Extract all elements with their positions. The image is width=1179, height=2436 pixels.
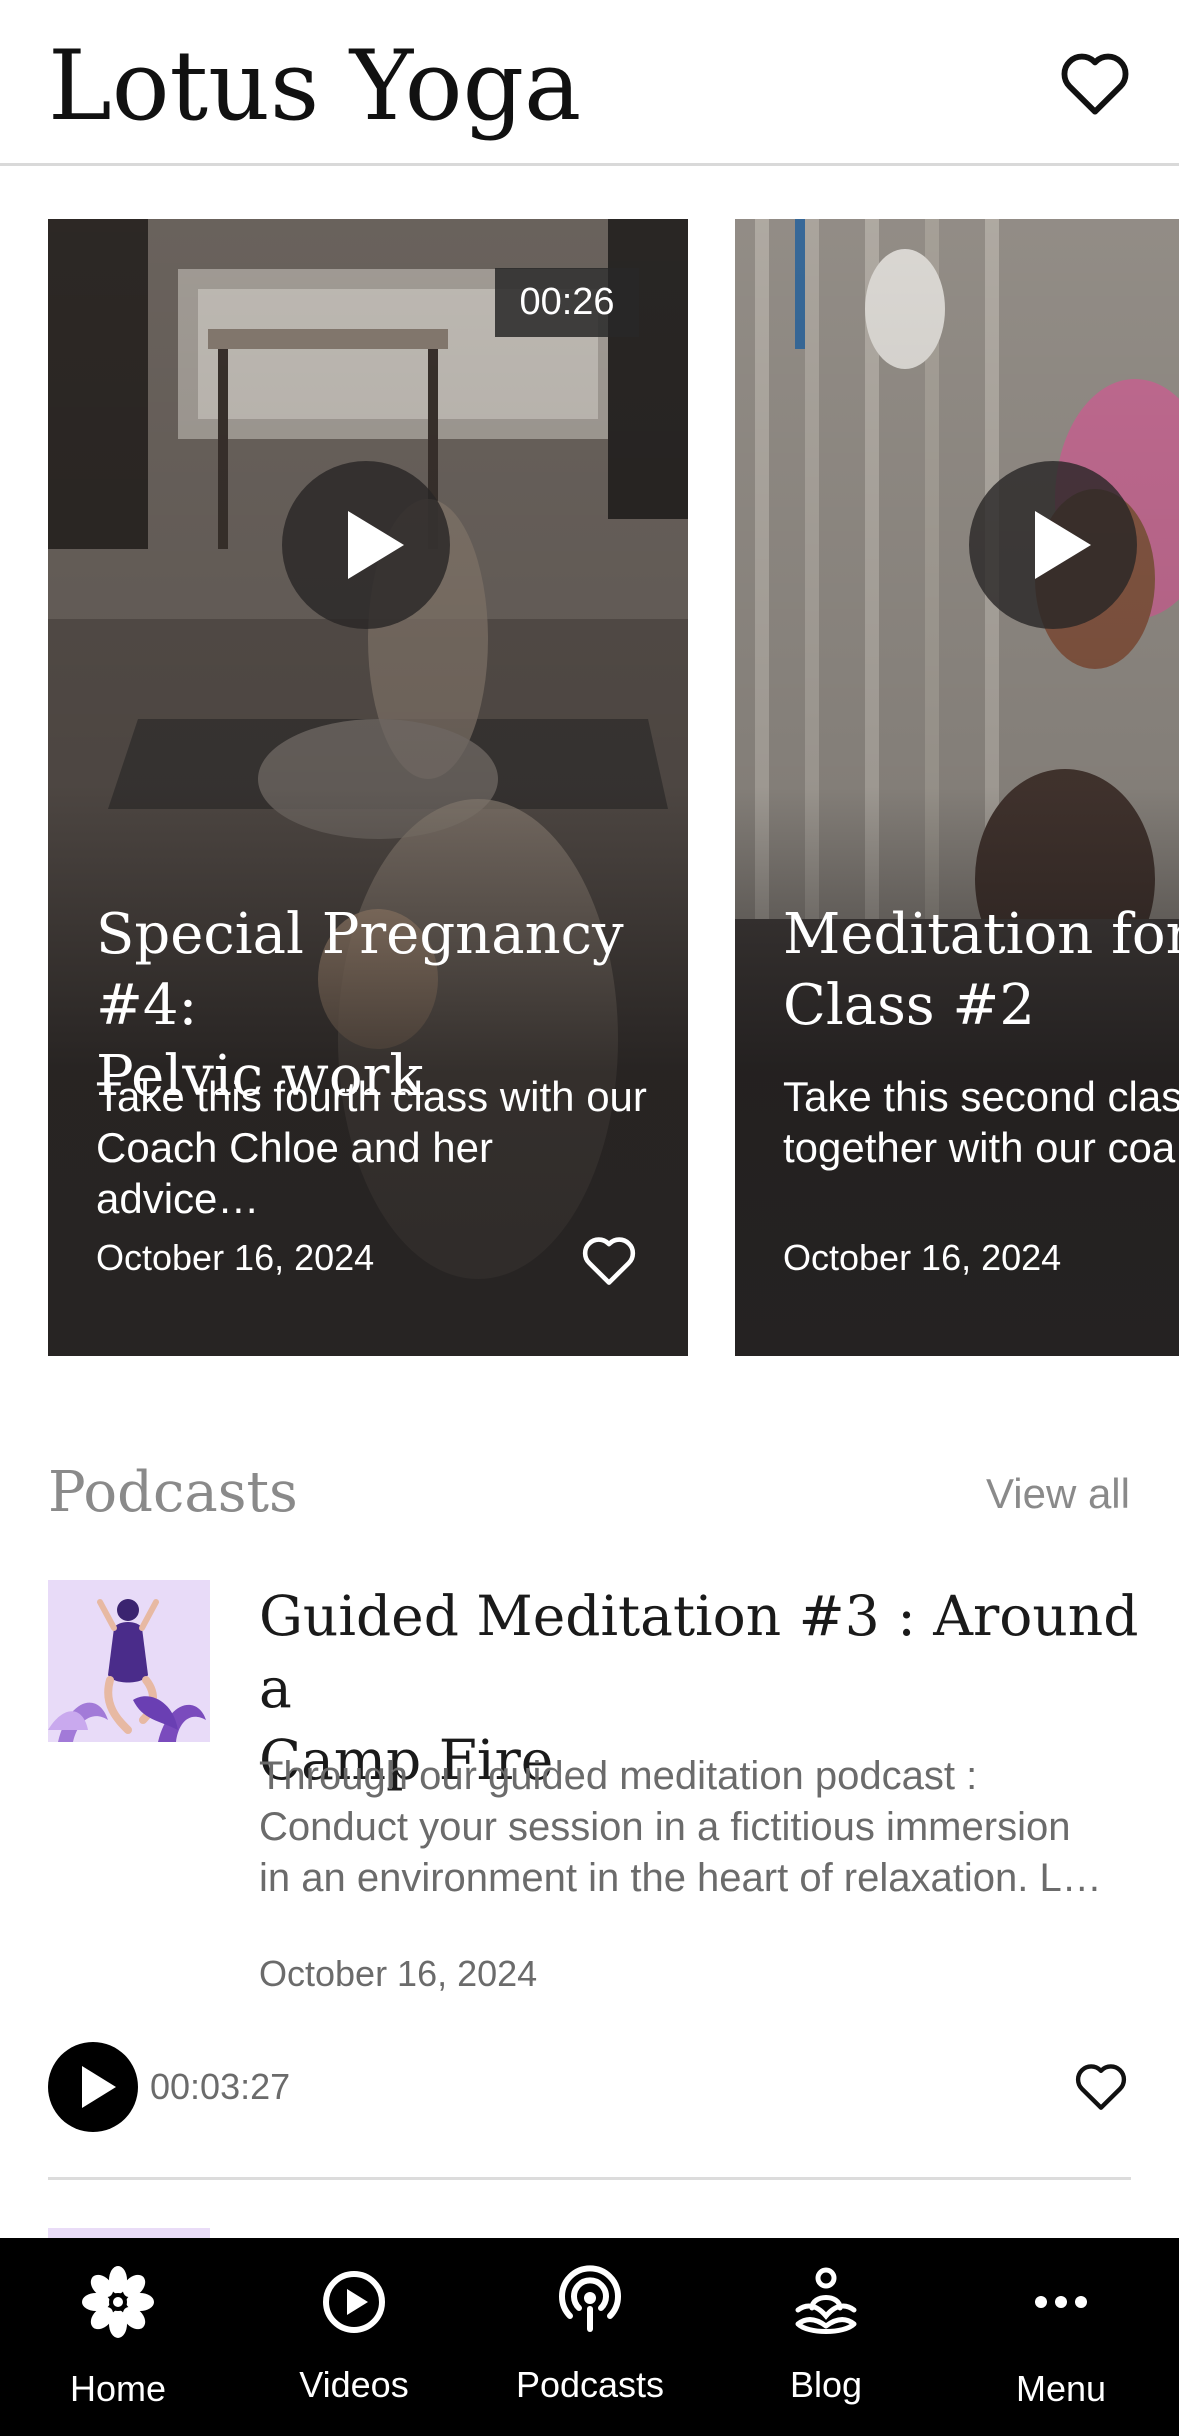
podcast-description: Through our guided meditation podcast : …: [259, 1754, 1102, 1900]
app-title: Lotus Yoga: [48, 30, 582, 142]
video-duration-badge: 00:26: [495, 268, 639, 337]
video-card[interactable]: 00:26 Special Pregnancy #4: Pelvic work …: [48, 219, 688, 1356]
nav-label: Videos: [299, 2364, 409, 2405]
play-icon: [1035, 511, 1091, 579]
meditation-icon: [795, 2267, 857, 2334]
podcast-thumbnail[interactable]: [48, 2228, 210, 2238]
divider: [48, 2177, 1131, 2180]
nav-item-home[interactable]: Home: [0, 2238, 236, 2436]
app-header: Lotus Yoga: [0, 0, 1179, 166]
favorites-heart-icon[interactable]: [1060, 52, 1130, 116]
nav-item-menu[interactable]: Menu: [943, 2238, 1179, 2436]
podcasts-section-title: Podcasts: [48, 1460, 298, 1525]
more-dots-icon: [1035, 2296, 1087, 2308]
nav-label: Menu: [1015, 2368, 1107, 2409]
play-icon: [82, 2066, 116, 2108]
podcast-icon: [559, 2265, 621, 2332]
podcast-thumbnail[interactable]: [48, 1580, 210, 1742]
video-description: Take this second class together with our…: [783, 1073, 1179, 1171]
nav-label: Home: [69, 2368, 167, 2409]
nav-label: Blog: [789, 2364, 863, 2405]
nav-item-videos[interactable]: Videos: [236, 2238, 472, 2436]
meditation-illustration-icon: [48, 1580, 210, 1742]
video-card[interactable]: Meditation for Tw Class #2 Take this sec…: [735, 219, 1179, 1356]
podcast-date: October 16, 2024: [259, 1953, 538, 1994]
video-description: Take this fourth class with our Coach Ch…: [96, 1073, 647, 1222]
play-icon: [348, 511, 404, 579]
podcast-duration: 00:03:27: [150, 2066, 291, 2107]
video-date: October 16, 2024: [96, 1237, 375, 1278]
play-button[interactable]: [969, 461, 1137, 629]
favorite-heart-icon[interactable]: [1074, 2063, 1128, 2111]
video-title: Meditation for Tw Class #2: [783, 902, 1179, 1038]
play-button[interactable]: [282, 461, 450, 629]
play-circle-icon: [323, 2271, 385, 2333]
nav-item-podcasts[interactable]: Podcasts: [472, 2238, 708, 2436]
view-all-link[interactable]: View all: [986, 1470, 1130, 1518]
bottom-navigation: Home Videos Podcasts Blog Menu: [0, 2238, 1179, 2436]
nav-item-blog[interactable]: Blog: [708, 2238, 944, 2436]
favorite-heart-icon[interactable]: [581, 1236, 637, 1286]
flower-icon: [82, 2266, 154, 2338]
video-date: October 16, 2024: [783, 1237, 1062, 1278]
podcast-play-button[interactable]: [48, 2042, 138, 2132]
nav-label: Podcasts: [515, 2364, 665, 2405]
